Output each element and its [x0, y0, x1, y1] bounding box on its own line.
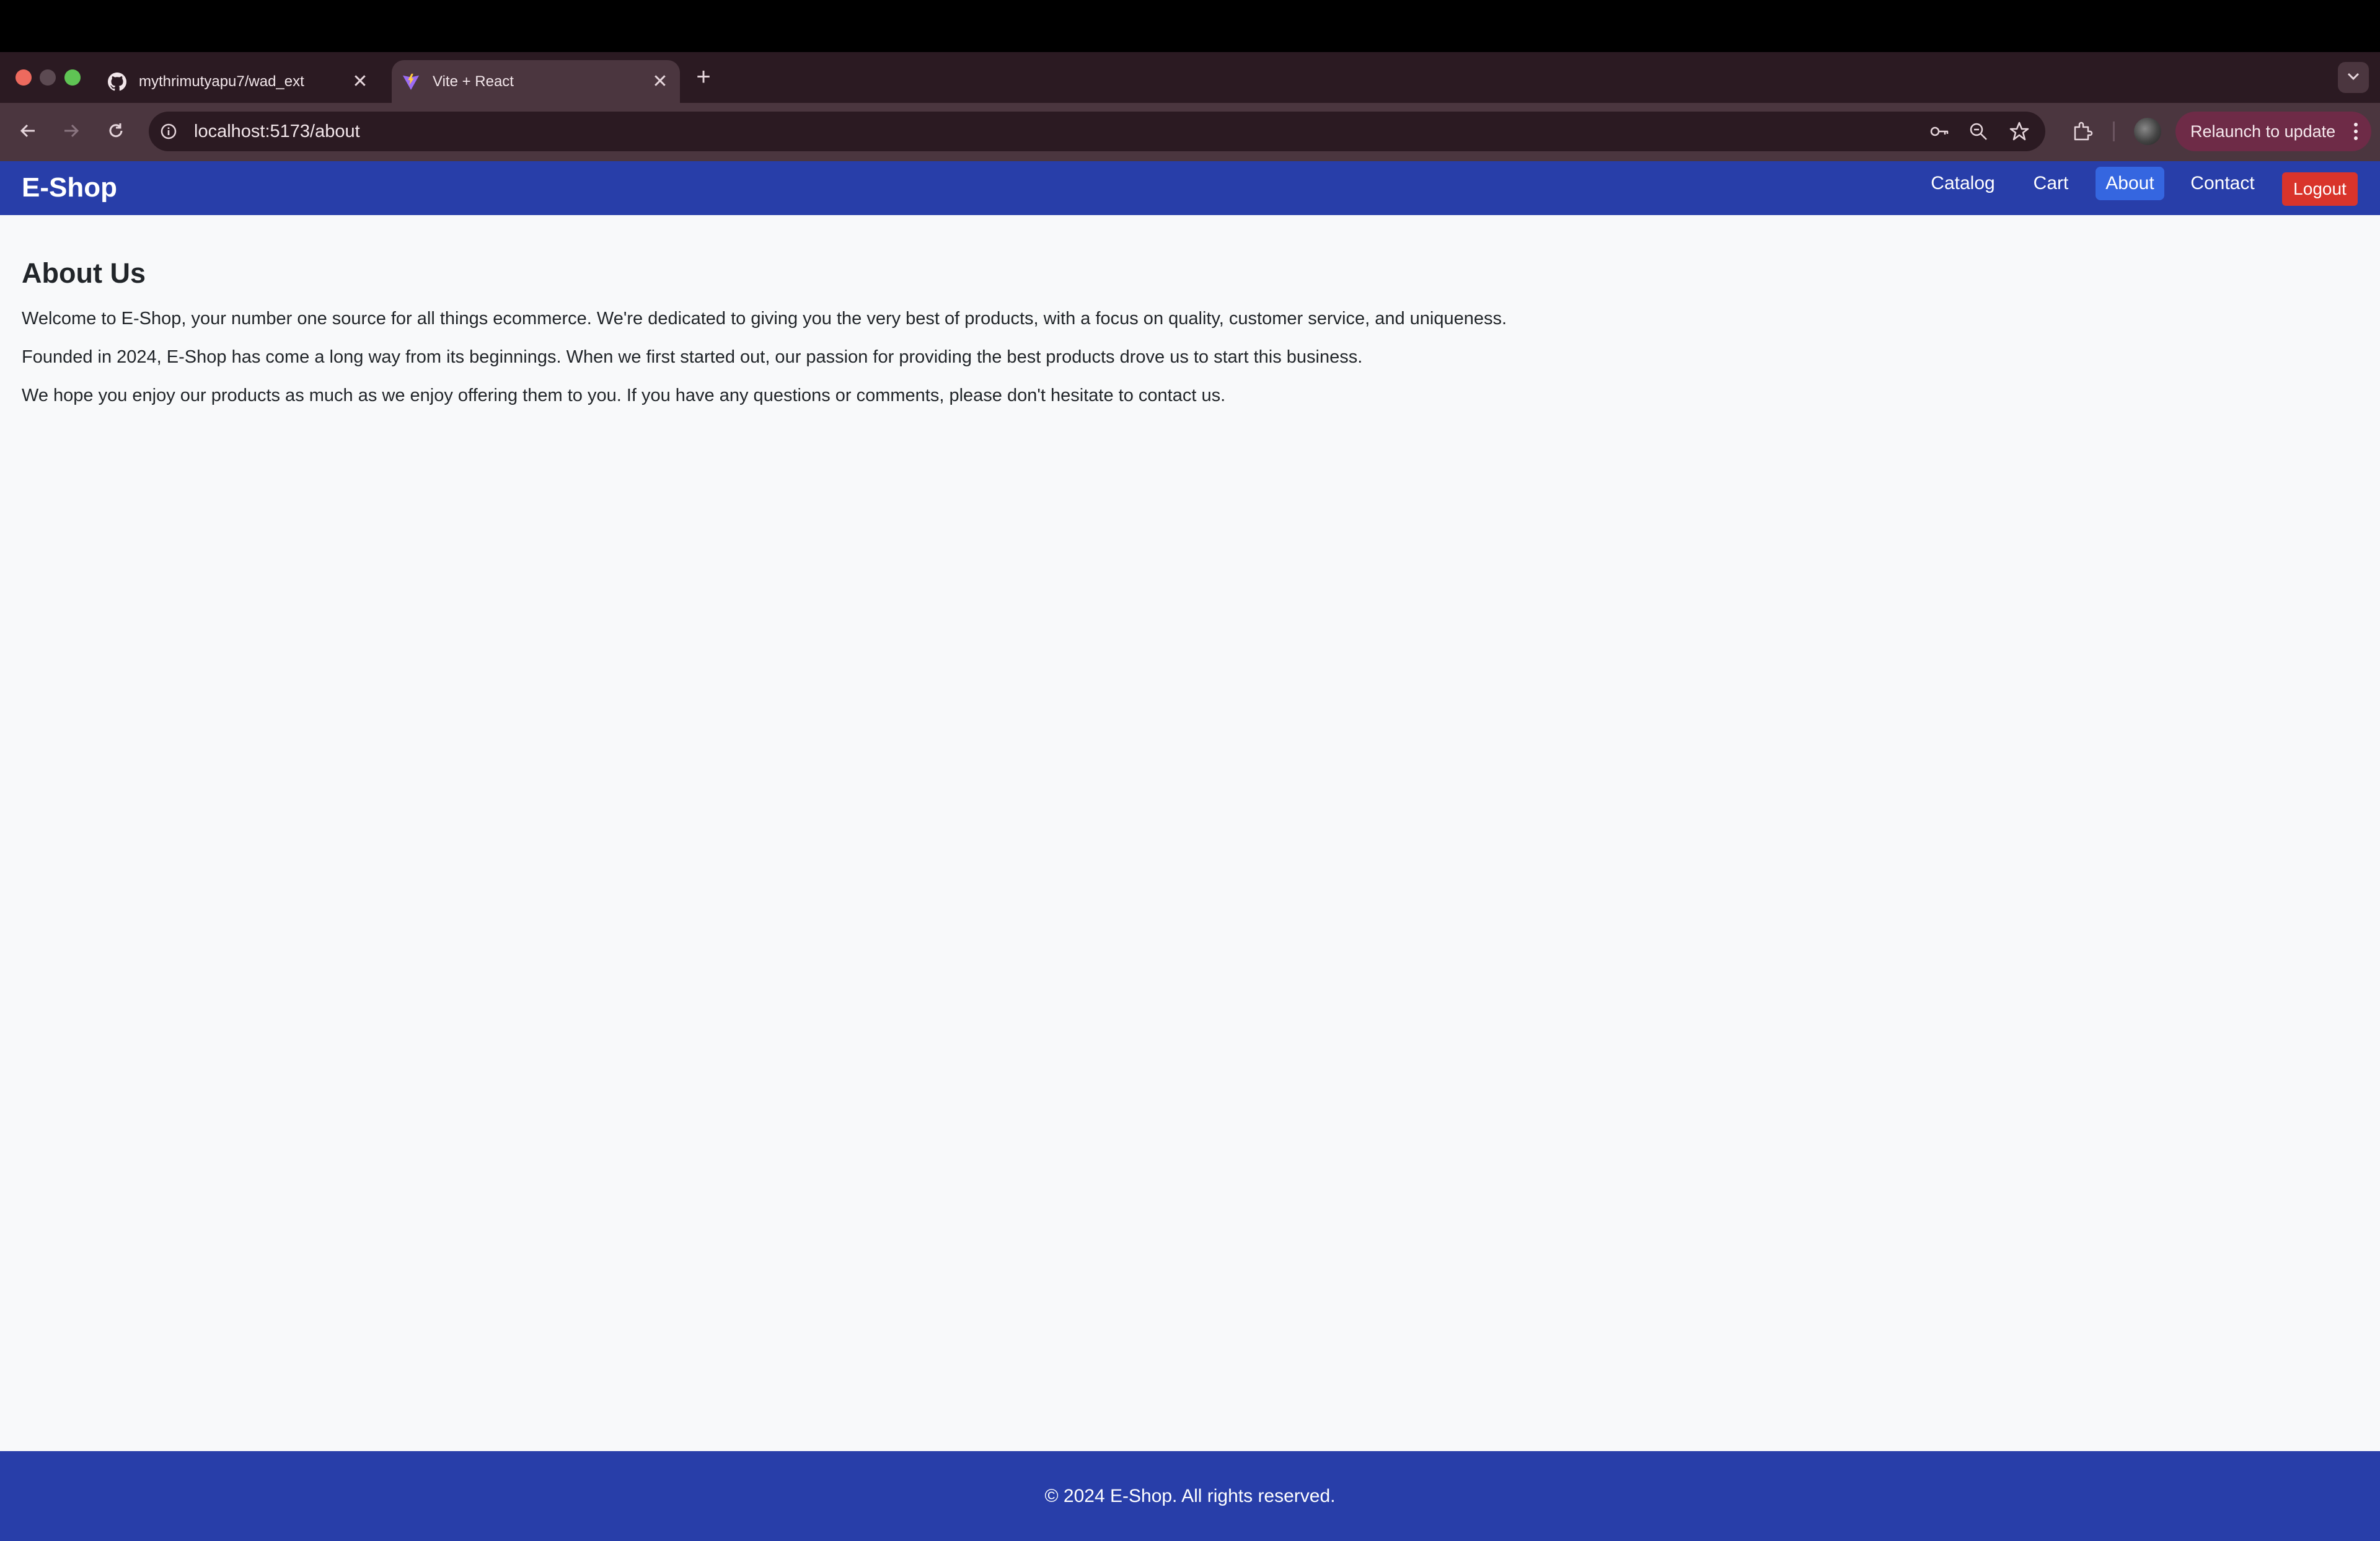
- screen-top-bar: [0, 0, 2380, 52]
- site-brand[interactable]: E-Shop: [22, 172, 117, 203]
- arrow-left-icon: [19, 121, 37, 143]
- arrow-right-icon: [62, 121, 81, 143]
- chevron-down-icon: [2347, 72, 2360, 84]
- bookmark-star-icon[interactable]: [2006, 118, 2033, 145]
- browser-tab-vite[interactable]: Vite + React ✕: [392, 60, 680, 103]
- browser-tab-github[interactable]: mythrimutyapu7/wad_ext ✕: [98, 60, 380, 103]
- logout-button[interactable]: Logout: [2282, 172, 2358, 206]
- relaunch-button[interactable]: Relaunch to update: [2175, 112, 2371, 151]
- nav-link-cart[interactable]: Cart: [2022, 167, 2080, 200]
- page-title: About Us: [22, 257, 146, 289]
- nav-link-catalog[interactable]: Catalog: [1921, 167, 2004, 200]
- url-text[interactable]: localhost:5173/about: [194, 120, 360, 143]
- about-paragraph: We hope you enjoy our products as much a…: [22, 386, 1226, 405]
- site-info-icon[interactable]: [157, 120, 180, 143]
- tab-search-button[interactable]: [2338, 62, 2369, 93]
- about-paragraph: Welcome to E-Shop, your number one sourc…: [22, 309, 1507, 329]
- nav-link-about[interactable]: About: [2096, 167, 2164, 200]
- site-navbar: E-Shop Catalog Cart About Contact Logout: [0, 161, 2380, 215]
- github-icon: [107, 71, 128, 92]
- close-icon[interactable]: ✕: [348, 69, 372, 94]
- more-vert-icon: [2354, 123, 2358, 140]
- page-viewport: E-Shop Catalog Cart About Contact Logout…: [0, 161, 2380, 1541]
- extensions-icon[interactable]: [2069, 118, 2096, 145]
- site-footer: © 2024 E-Shop. All rights reserved.: [0, 1451, 2380, 1541]
- close-icon[interactable]: ✕: [648, 69, 672, 94]
- back-button[interactable]: [12, 117, 43, 148]
- footer-copyright: © 2024 E-Shop. All rights reserved.: [1044, 1485, 1336, 1506]
- reload-icon: [107, 121, 125, 143]
- window-minimize-button[interactable]: [40, 69, 56, 86]
- nav-link-contact[interactable]: Contact: [2184, 167, 2262, 200]
- forward-button[interactable]: [56, 117, 87, 148]
- zoom-icon[interactable]: [1965, 118, 1992, 145]
- about-section: About Us Welcome to E-Shop, your number …: [22, 257, 2315, 423]
- tab-title: Vite + React: [433, 73, 514, 90]
- new-tab-button[interactable]: +: [691, 64, 716, 89]
- relaunch-label: Relaunch to update: [2190, 121, 2336, 141]
- profile-avatar[interactable]: [2134, 118, 2161, 145]
- address-bar[interactable]: [149, 112, 2045, 151]
- tab-title: mythrimutyapu7/wad_ext: [139, 73, 304, 90]
- window-close-button[interactable]: [15, 69, 32, 86]
- reload-button[interactable]: [100, 117, 131, 148]
- about-paragraph: Founded in 2024, E-Shop has come a long …: [22, 347, 1363, 367]
- toolbar-divider: [2113, 121, 2115, 141]
- password-key-icon[interactable]: [1926, 118, 1953, 145]
- window-zoom-button[interactable]: [64, 69, 81, 86]
- vite-icon: [400, 71, 421, 92]
